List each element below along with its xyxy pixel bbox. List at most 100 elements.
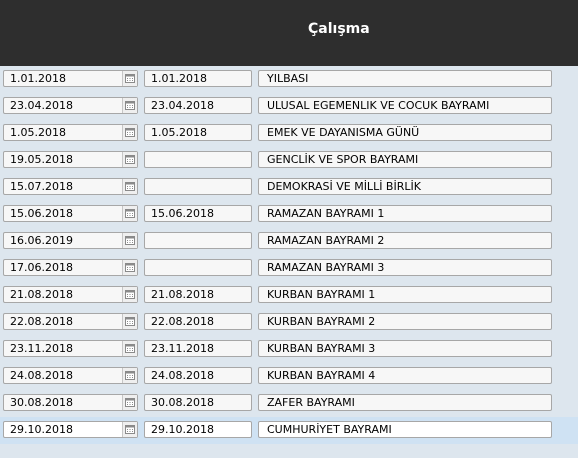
holiday-name-value: ZAFER BAYRAMI	[267, 396, 355, 409]
holiday-name-value: RAMAZAN BAYRAMI 1	[267, 207, 385, 220]
holiday-name-input[interactable]: GENCLİK VE SPOR BAYRAMI	[258, 151, 552, 168]
holiday-name-input[interactable]: RAMAZAN BAYRAMI 2	[258, 232, 552, 249]
end-date-value: 1.05.2018	[151, 126, 207, 139]
calendar-icon[interactable]	[122, 395, 137, 410]
holiday-row[interactable]: 21.08.2018 21.08.2018 KURBAN BAYRAMI 1	[0, 282, 578, 309]
start-date-input[interactable]: 23.11.2018	[3, 340, 138, 357]
holiday-name-value: KURBAN BAYRAMI 1	[267, 288, 376, 301]
holiday-name-value: RAMAZAN BAYRAMI 3	[267, 261, 385, 274]
start-date-value: 17.06.2018	[10, 261, 73, 274]
calendar-icon[interactable]	[122, 368, 137, 383]
calendar-icon[interactable]	[122, 179, 137, 194]
holiday-name-input[interactable]: KURBAN BAYRAMI 2	[258, 313, 552, 330]
end-date-input[interactable]: 1.05.2018	[144, 124, 252, 141]
holiday-row[interactable]: 16.06.2019 RAMAZAN BAYRAMI 2	[0, 228, 578, 255]
start-date-input[interactable]: 23.04.2018	[3, 97, 138, 114]
start-date-value: 30.08.2018	[10, 396, 73, 409]
start-date-value: 21.08.2018	[10, 288, 73, 301]
holiday-row[interactable]: 23.11.2018 23.11.2018 KURBAN BAYRAMI 3	[0, 336, 578, 363]
calendar-icon[interactable]	[122, 422, 137, 437]
end-date-value: 15.06.2018	[151, 207, 214, 220]
start-date-input[interactable]: 30.08.2018	[3, 394, 138, 411]
start-date-input[interactable]: 17.06.2018	[3, 259, 138, 276]
holiday-name-input[interactable]: CUMHURİYET BAYRAMI	[258, 421, 552, 438]
calendar-icon[interactable]	[122, 152, 137, 167]
start-date-value: 19.05.2018	[10, 153, 73, 166]
holiday-name-input[interactable]: KURBAN BAYRAMI 3	[258, 340, 552, 357]
holiday-name-input[interactable]: RAMAZAN BAYRAMI 1	[258, 205, 552, 222]
start-date-input[interactable]: 16.06.2019	[3, 232, 138, 249]
start-date-input[interactable]: 24.08.2018	[3, 367, 138, 384]
start-date-input[interactable]: 22.08.2018	[3, 313, 138, 330]
holiday-name-input[interactable]: ULUSAL EGEMENLIK VE COCUK BAYRAMI	[258, 97, 552, 114]
end-date-input[interactable]	[144, 232, 252, 249]
holiday-row[interactable]: 1.05.2018 1.05.2018 EMEK VE DAYANISMA GÜNÜ	[0, 120, 578, 147]
start-date-value: 22.08.2018	[10, 315, 73, 328]
end-date-input[interactable]: 1.01.2018	[144, 70, 252, 87]
holiday-row[interactable]: 15.06.2018 15.06.2018 RAMAZAN BAYRAMI 1	[0, 201, 578, 228]
start-date-input[interactable]: 1.05.2018	[3, 124, 138, 141]
end-date-value: 24.08.2018	[151, 369, 214, 382]
page-title: Çalışma	[308, 21, 370, 37]
calendar-icon[interactable]	[122, 233, 137, 248]
end-date-value: 30.08.2018	[151, 396, 214, 409]
holiday-name-input[interactable]: YILBASI	[258, 70, 552, 87]
end-date-input[interactable]	[144, 151, 252, 168]
start-date-value: 1.01.2018	[10, 72, 66, 85]
start-date-input[interactable]: 29.10.2018	[3, 421, 138, 438]
end-date-input[interactable]: 24.08.2018	[144, 367, 252, 384]
calendar-icon[interactable]	[122, 260, 137, 275]
calendar-icon[interactable]	[122, 314, 137, 329]
holiday-row[interactable]: 23.04.2018 23.04.2018 ULUSAL EGEMENLIK VE …	[0, 93, 578, 120]
start-date-input[interactable]: 1.01.2018	[3, 70, 138, 87]
holiday-name-value: ULUSAL EGEMENLIK VE COCUK BAYRAMI	[267, 99, 490, 112]
calendar-icon[interactable]	[122, 341, 137, 356]
start-date-input[interactable]: 21.08.2018	[3, 286, 138, 303]
end-date-value: 29.10.2018	[151, 423, 214, 436]
holiday-name-input[interactable]: ZAFER BAYRAMI	[258, 394, 552, 411]
end-date-input[interactable]: 23.04.2018	[144, 97, 252, 114]
holiday-name-input[interactable]: KURBAN BAYRAMI 1	[258, 286, 552, 303]
end-date-input[interactable]: 30.08.2018	[144, 394, 252, 411]
end-date-value: 21.08.2018	[151, 288, 214, 301]
holiday-name-value: RAMAZAN BAYRAMI 2	[267, 234, 385, 247]
holiday-name-input[interactable]: EMEK VE DAYANISMA GÜNÜ	[258, 124, 552, 141]
start-date-value: 23.11.2018	[10, 342, 73, 355]
calendar-icon[interactable]	[122, 71, 137, 86]
end-date-input[interactable]: 22.08.2018	[144, 313, 252, 330]
end-date-input[interactable]	[144, 178, 252, 195]
calendar-icon[interactable]	[122, 206, 137, 221]
holiday-row[interactable]: 17.06.2018 RAMAZAN BAYRAMI 3	[0, 255, 578, 282]
end-date-input[interactable]: 23.11.2018	[144, 340, 252, 357]
end-date-input[interactable]	[144, 259, 252, 276]
end-date-value: 22.08.2018	[151, 315, 214, 328]
start-date-input[interactable]: 19.05.2018	[3, 151, 138, 168]
end-date-input[interactable]: 15.06.2018	[144, 205, 252, 222]
holiday-row[interactable]: 24.08.2018 24.08.2018 KURBAN BAYRAMI 4	[0, 363, 578, 390]
holiday-row[interactable]: 29.10.2018 29.10.2018 CUMHURİYET BAYRAMI	[0, 417, 578, 444]
end-date-input[interactable]: 21.08.2018	[144, 286, 252, 303]
holiday-name-value: GENCLİK VE SPOR BAYRAMI	[267, 153, 419, 166]
start-date-input[interactable]: 15.07.2018	[3, 178, 138, 195]
holiday-name-input[interactable]: DEMOKRASİ VE MİLLİ BİRLİK	[258, 178, 552, 195]
calendar-icon[interactable]	[122, 98, 137, 113]
holiday-row[interactable]: 19.05.2018 GENCLİK VE SPOR BAYRAMI	[0, 147, 578, 174]
holiday-name-input[interactable]: RAMAZAN BAYRAMI 3	[258, 259, 552, 276]
holiday-row[interactable]: 15.07.2018 DEMOKRASİ VE MİLLİ BİRLİK	[0, 174, 578, 201]
holiday-name-value: CUMHURİYET BAYRAMI	[267, 423, 392, 436]
holiday-row[interactable]: 22.08.2018 22.08.2018 KURBAN BAYRAMI 2	[0, 309, 578, 336]
end-date-value: 23.04.2018	[151, 99, 214, 112]
holiday-row[interactable]: 30.08.2018 30.08.2018 ZAFER BAYRAMI	[0, 390, 578, 417]
start-date-value: 1.05.2018	[10, 126, 66, 139]
start-date-value: 29.10.2018	[10, 423, 73, 436]
end-date-input[interactable]: 29.10.2018	[144, 421, 252, 438]
calendar-icon[interactable]	[122, 287, 137, 302]
start-date-input[interactable]: 15.06.2018	[3, 205, 138, 222]
holiday-row[interactable]: 1.01.2018 1.01.2018 YILBASI	[0, 66, 578, 93]
start-date-value: 23.04.2018	[10, 99, 73, 112]
start-date-value: 15.07.2018	[10, 180, 73, 193]
holiday-name-value: KURBAN BAYRAMI 4	[267, 369, 376, 382]
holiday-name-input[interactable]: KURBAN BAYRAMI 4	[258, 367, 552, 384]
start-date-value: 24.08.2018	[10, 369, 73, 382]
calendar-icon[interactable]	[122, 125, 137, 140]
